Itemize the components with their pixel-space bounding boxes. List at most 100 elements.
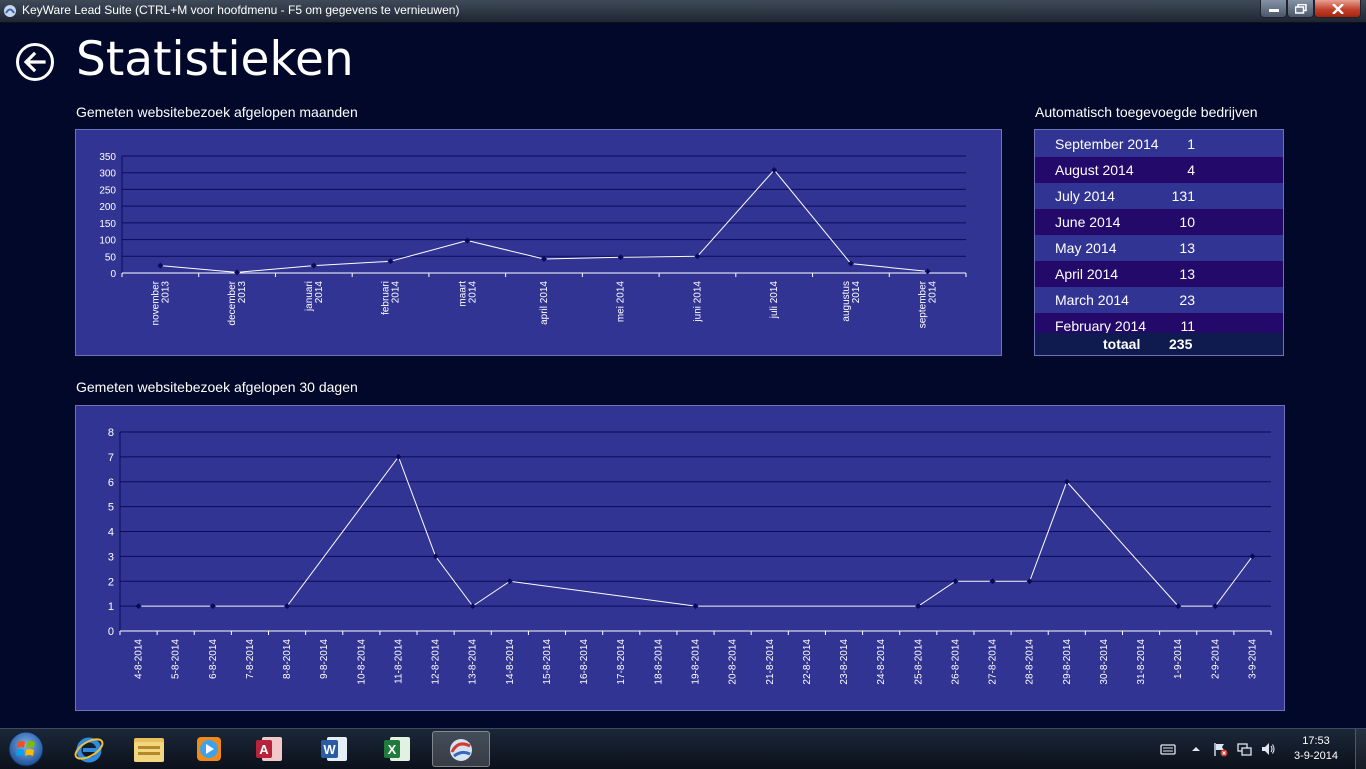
internet-explorer-icon [74, 737, 104, 763]
total-label: totaal [1103, 336, 1141, 352]
x-tick-label: 12-8-2014 [431, 639, 442, 685]
taskbar-keyware[interactable] [432, 731, 490, 767]
restore-icon [1294, 3, 1307, 14]
media-player-icon [197, 737, 221, 761]
monthly-visits-title: Gemeten websitebezoek afgelopen maanden [76, 104, 358, 120]
companies-row-month: June 2014 [1055, 214, 1121, 230]
companies-row[interactable]: March 2014 23 [1035, 287, 1283, 313]
x-tick-label: april 2014 [539, 281, 550, 325]
taskbar-access[interactable]: A [240, 731, 298, 767]
y-tick-label: 1 [108, 601, 114, 613]
x-tick-label: 4-8-2014 [134, 639, 145, 679]
taskbar-word[interactable]: W [305, 731, 363, 767]
companies-row[interactable]: August 2014 4 [1035, 157, 1283, 183]
companies-row-month: August 2014 [1055, 162, 1134, 178]
system-clock[interactable]: 17:53 3-9-2014 [1288, 734, 1344, 764]
data-point [135, 603, 142, 610]
keyboard-icon[interactable] [1160, 741, 1176, 757]
data-point [464, 237, 471, 244]
companies-row-count: 23 [1179, 292, 1195, 308]
companies-row-month: May 2014 [1055, 240, 1117, 256]
volume-icon[interactable] [1260, 741, 1276, 757]
action-center-flag-icon[interactable] [1212, 741, 1228, 757]
svg-text:W: W [323, 742, 336, 757]
x-tick-label: 17-8-2014 [616, 639, 627, 685]
x-tick-label: 2014 [851, 281, 862, 304]
companies-row-month: February 2014 [1055, 318, 1147, 334]
taskbar-explorer[interactable] [120, 731, 178, 767]
x-tick-label: 2013 [237, 281, 248, 304]
maximize-button[interactable] [1287, 0, 1314, 18]
monthly-visits-chart: 0 50 100 150 200 250 300 350 november 2013 decembe… [75, 129, 1002, 356]
taskbar-excel[interactable]: X [368, 731, 426, 767]
x-tick-label: 27-8-2014 [988, 639, 999, 685]
taskbar-media-player[interactable] [180, 731, 238, 767]
total-value: 235 [1169, 336, 1193, 352]
x-tick-label: 13-8-2014 [468, 639, 479, 685]
x-tick-label: 22-8-2014 [802, 639, 813, 685]
y-tick-label: 2 [108, 576, 114, 588]
companies-row-count: 13 [1179, 266, 1195, 282]
x-tick-label: 5-8-2014 [171, 639, 182, 679]
companies-row[interactable]: September 2014 1 [1035, 131, 1283, 157]
taskbar-ie[interactable] [60, 731, 118, 767]
data-point [541, 255, 547, 262]
y-tick-label: 300 [99, 169, 116, 180]
data-point [1026, 578, 1033, 585]
x-tick-label: 25-8-2014 [913, 639, 924, 685]
x-tick-label: 11-8-2014 [393, 639, 404, 684]
word-icon: W [321, 737, 347, 761]
daily-visits-title: Gemeten websitebezoek afgelopen 30 dagen [76, 379, 358, 395]
show-desktop-button[interactable] [1355, 729, 1366, 769]
keyware-icon [450, 739, 472, 761]
daily-visits-chart-svg: 0 1 2 3 4 5 6 7 8 4-8-2014 5-8-2014 6-8-2014 7-8-201… [108, 427, 1272, 685]
minimize-button[interactable] [1260, 0, 1287, 18]
companies-row[interactable]: July 2014 131 [1035, 183, 1283, 209]
taskbar: A W X 17:53 3-9-2014 [0, 728, 1366, 769]
y-tick-label: 250 [99, 185, 116, 196]
daily-visits-chart: 0 1 2 3 4 5 6 7 8 4-8-2014 5-8-2014 6-8-2014 7-8-201… [75, 405, 1285, 711]
x-tick-label: 1-9-2014 [1173, 639, 1184, 679]
companies-row[interactable]: February 2014 11 [1035, 313, 1283, 334]
window-title: KeyWare Lead Suite (CTRL+M voor hoofdmen… [22, 3, 460, 17]
start-button-icon[interactable] [4, 729, 48, 769]
file-explorer-icon [134, 738, 164, 762]
y-tick-label: 50 [105, 252, 117, 263]
companies-row[interactable]: June 2014 10 [1035, 209, 1283, 235]
x-tick-label: 14-8-2014 [505, 639, 516, 685]
companies-table[interactable]: September 2014 1 August 2014 4 July 2014 131 J… [1034, 129, 1284, 356]
x-tick-label: 10-8-2014 [356, 639, 367, 685]
back-arrow-icon[interactable] [15, 42, 55, 82]
x-tick-label: 19-8-2014 [691, 639, 702, 685]
y-tick-label: 350 [99, 152, 116, 163]
y-tick-label: 0 [110, 269, 116, 280]
x-tick-label: 2014 [314, 281, 325, 304]
companies-row-month: April 2014 [1055, 266, 1119, 282]
data-point [387, 258, 394, 265]
network-icon[interactable] [1236, 741, 1252, 757]
companies-row[interactable]: April 2014 13 [1035, 261, 1283, 287]
companies-list[interactable]: September 2014 1 August 2014 4 July 2014 131 J… [1035, 131, 1283, 334]
data-point [617, 254, 624, 261]
window-title-bar[interactable]: KeyWare Lead Suite (CTRL+M voor hoofdmen… [0, 0, 1366, 23]
x-tick-label: 3-9-2014 [1247, 639, 1258, 679]
close-button[interactable] [1314, 0, 1361, 18]
x-tick-label: mei 2014 [616, 281, 627, 323]
companies-row-count: 131 [1171, 188, 1195, 204]
companies-row-count: 13 [1179, 240, 1195, 256]
clock-time: 17:53 [1302, 735, 1330, 747]
data-point [989, 578, 996, 585]
x-tick-label: 9-8-2014 [319, 639, 330, 679]
companies-row-month: March 2014 [1055, 292, 1129, 308]
y-tick-label: 7 [108, 452, 114, 464]
companies-total-row: totaal 235 [1035, 333, 1283, 355]
data-point [692, 603, 699, 610]
x-tick-label: 15-8-2014 [542, 639, 553, 685]
companies-row[interactable]: May 2014 13 [1035, 235, 1283, 261]
data-point [310, 262, 317, 269]
y-tick-label: 100 [99, 236, 116, 247]
tray-expand-icon[interactable] [1188, 741, 1204, 757]
data-point [952, 578, 959, 585]
x-tick-label: 30-8-2014 [1099, 639, 1110, 685]
x-tick-label: 20-8-2014 [728, 639, 739, 685]
